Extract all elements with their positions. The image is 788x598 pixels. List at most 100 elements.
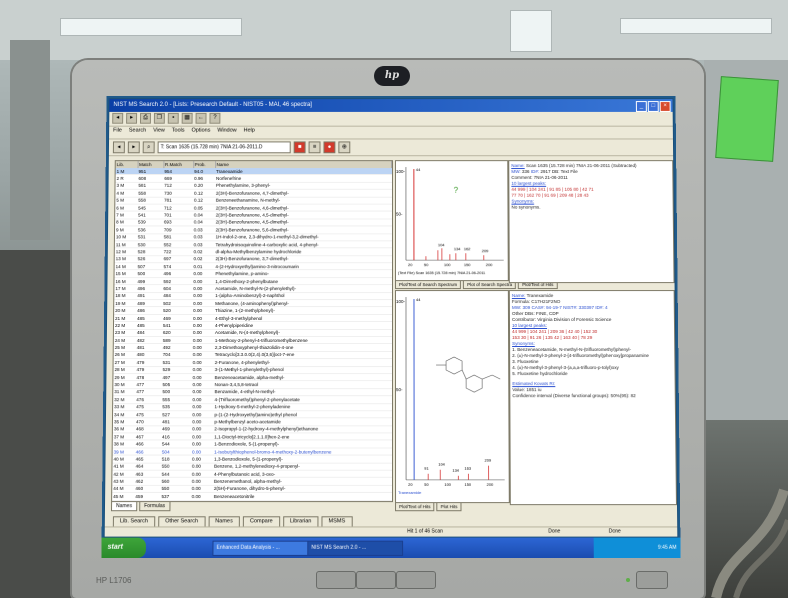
filter-icon[interactable]: ≡	[308, 141, 321, 154]
hit-cell-r: 604	[162, 284, 193, 293]
task-enhanced-data-analysis[interactable]: Enhanced Data Analysis - ...	[212, 540, 309, 556]
hit-cell-m: 482	[135, 336, 162, 344]
tab-plot-hits-lower[interactable]: Plot Hits	[436, 502, 462, 512]
table-row[interactable]: 14 M 507 574 0.01 4-(2-Hydroxyethyl)amino-3-…	[114, 262, 392, 271]
forward-icon[interactable]: ▸	[126, 112, 138, 124]
table-row[interactable]: 34 M 475 527 0.00 p-(1-(2-Hydroxyethyl)amino…	[112, 410, 392, 419]
prev-spectrum-icon[interactable]: ◂	[112, 141, 125, 154]
table-row[interactable]: 4 M 558 730 0.12 2(3H)-Benzofuranone, 4,7-di…	[115, 189, 392, 197]
hit-cell-p: 0.02	[192, 248, 215, 256]
table-row[interactable]: 5 M 558 781 0.12 Benzeneethanamine, N-methyl…	[115, 196, 392, 205]
hit-cell-p: 0.00	[192, 299, 215, 307]
zoom-icon[interactable]: ⊕	[338, 141, 351, 154]
table-row[interactable]: 39 M 466 504 0.00 1-Isobutylthiophenol-bromo…	[112, 447, 392, 456]
table-row[interactable]: 35 M 470 481 0.00 p-Methylbenzyl aceto-aceta…	[112, 418, 392, 426]
table-row[interactable]: 24 M 482 589 0.00 1-Methoxy-2-phenyl-4-trifl…	[113, 336, 392, 344]
table-row[interactable]: 19 M 489 502 0.00 Methanone, (4-aminophenyl)…	[114, 299, 392, 307]
table-row[interactable]: 20 M 486 520 0.00 Thiazine, 1-(2-methylpheny…	[114, 306, 392, 315]
menu-options[interactable]: Options	[191, 128, 210, 138]
table-row[interactable]: 2 R 608 669 0.96 Norfenefrine	[115, 174, 392, 183]
table-row[interactable]: 33 M 475 535 0.00 1-Hydroxy-5-methyl-2-pheny…	[113, 403, 392, 411]
table-row[interactable]: 38 M 466 544 0.00 1-Benzodioxole, 5-(1-prope…	[112, 440, 392, 448]
table-row[interactable]: 15 M 500 496 0.00 Phenethylamine, p-amino-	[114, 270, 392, 278]
monitor-button[interactable]	[396, 571, 436, 589]
col-lib[interactable]: Lib.	[115, 161, 138, 169]
table-row[interactable]: 23 M 484 620 0.00 Acetamide, N-(4-methylphen…	[113, 329, 392, 337]
table-row[interactable]: 17 M 496 604 0.00 Acetamide, N-methyl-N-(2-p…	[114, 284, 392, 293]
close-icon[interactable]: ×	[659, 101, 671, 112]
table-row[interactable]: 37 M 467 416 0.00 1,1-Dioctyl-tricyclo[2.1.1…	[112, 432, 392, 441]
table-row[interactable]: 42 M 463 544 0.00 4-Phenylbutanoic acid, 3-o…	[112, 470, 392, 478]
spectrum-select[interactable]: T: Scan 1635 (15.728 min) 7NIA 21-06-201…	[157, 141, 291, 154]
col-name[interactable]: Name	[215, 161, 392, 169]
table-row[interactable]: 27 M 479 531 0.00 2-Furanone, 4-phenylethyl-	[113, 358, 392, 367]
stop-icon[interactable]: ■	[293, 141, 306, 154]
table-row[interactable]: 12 M 528 722 0.02 dl-alpha-Methylbenzylamine…	[114, 248, 392, 256]
table-row[interactable]: 21 M 485 469 0.00 4-Ethyl-3-methylphenol	[114, 314, 392, 322]
hit-cell-n: 32 M	[113, 395, 136, 404]
table-row[interactable]: 26 M 480 704 0.00 Tetracyclo[3.3.0.0(2,4).0(…	[113, 351, 392, 359]
back-icon[interactable]: ◂	[112, 112, 124, 124]
table-row[interactable]: 22 M 485 541 0.00 4-Phenylpiperidine	[113, 321, 392, 330]
next-spectrum-icon[interactable]: ▸	[127, 141, 140, 154]
table-row[interactable]: 10 M 531 581 0.03 1H-Indol-2-one, 2,3-dihydr…	[114, 233, 392, 241]
table-row[interactable]: 44 M 460 550 0.00 2(5H)-Furanone, dihydro-5-…	[112, 485, 392, 493]
search-icon[interactable]: ⌕	[142, 141, 155, 154]
menu-file[interactable]: File	[113, 128, 122, 138]
arrow-left-icon[interactable]: ←	[195, 112, 207, 124]
table-row[interactable]: 31 M 477 500 0.00 Benzamide, 4-ethyl-N-methy…	[113, 388, 392, 396]
help-icon[interactable]: ?	[209, 112, 221, 124]
table-row[interactable]: 3 M 581 712 0.20 Phenethylamine, 3-phenyl-	[115, 182, 392, 190]
hit-cell-name: Tetracyclo[3.3.0.0(2,4).0(3,6)]oct-7-ene	[213, 351, 392, 359]
table-row[interactable]: 6 M 545 712 0.05 2(3H)-Benzofuranone, 4,6-di…	[115, 204, 392, 212]
print-icon[interactable]: ⎙	[139, 112, 151, 124]
tab-formulas[interactable]: Formulas	[139, 501, 171, 512]
monitor-button[interactable]	[356, 571, 396, 589]
menu-help[interactable]: Help	[244, 128, 255, 138]
tab-names[interactable]: Names	[110, 501, 138, 512]
minimize-icon[interactable]: _	[635, 101, 647, 112]
hit-cell-r: 560	[160, 477, 191, 486]
copy-icon[interactable]: ❐	[153, 112, 165, 124]
start-button[interactable]: start	[101, 537, 146, 558]
col-prob[interactable]: Prob.	[193, 161, 216, 169]
table-row[interactable]: 13 M 526 697 0.02 2(3H)-Benzofuranone, 3,7-d…	[114, 255, 392, 263]
col-match[interactable]: Match	[137, 161, 164, 169]
save-icon[interactable]: ▪	[167, 112, 179, 124]
table-row[interactable]: 8 M 539 693 0.04 2(3H)-Benzofuranone, 4,5-di…	[115, 218, 392, 227]
table-row[interactable]: 28 M 479 529 0.00 3-(1-Methyl-1-phenylethyl)…	[113, 366, 392, 374]
table-row[interactable]: 45 M 459 537 0.00 Benzeneacetonitrile	[112, 492, 392, 501]
col-rmatch[interactable]: R.Match	[163, 161, 194, 169]
table-row[interactable]: 25 M 481 492 0.00 2,3-Dimethoxyphenyl-thiazo…	[113, 343, 392, 352]
power-button[interactable]	[636, 571, 668, 589]
table-row[interactable]: 29 M 478 497 0.00 Benzeneacetamide, alpha-me…	[113, 373, 392, 381]
task-nist-ms-search[interactable]: NIST MS Search 2.0 - ...	[307, 540, 404, 556]
hit-cell-n: 31 M	[113, 388, 136, 396]
tab-plot-search-spectrum[interactable]: Plot/Text of Search Spectrum	[394, 280, 462, 290]
table-row[interactable]: 30 M 477 505 0.00 Nonan-3,4,5,8-tetraol	[113, 380, 392, 389]
mark-icon[interactable]: ●	[323, 141, 336, 154]
table-row[interactable]: 36 M 468 469 0.00 2-Isopropyl-1-(2-hydroxy-4…	[112, 425, 392, 433]
table-row[interactable]: 9 M 536 709 0.03 2(3H)-Benzofuranone, 5,6-di…	[114, 226, 392, 234]
x-tick: 200	[486, 262, 493, 267]
table-row[interactable]: 32 M 476 555 0.00 4-(Trifluoromethyl)phenyl-…	[113, 395, 392, 404]
tab-plot-text-hits[interactable]: Plot/Text of Hits	[395, 502, 435, 512]
menu-view[interactable]: View	[153, 128, 165, 138]
hit-cell-name: Benzeneethanamine, N-methyl-	[214, 196, 392, 205]
table-row[interactable]: 43 M 462 560 0.00 Benzenemethanol, alpha-met…	[112, 477, 392, 486]
menu-search[interactable]: Search	[129, 128, 146, 138]
table-row[interactable]: 41 M 464 550 0.00 Benzene, 1,2-methylenediox…	[112, 462, 392, 471]
table-row[interactable]: 1 M 951 954 94.0 Tranexamide	[115, 168, 392, 175]
table-row[interactable]: 11 M 530 552 0.03 Tetrahydroisoquinoline-4-c…	[114, 240, 392, 249]
table-row[interactable]: 16 M 499 592 0.00 1,4-Dimethoxy-2-phenylbuta…	[114, 277, 392, 285]
maximize-icon[interactable]: □	[647, 101, 659, 112]
menu-tools[interactable]: Tools	[172, 128, 185, 138]
table-row[interactable]: 40 M 465 518 0.00 1,3-Benzodioxole, 5-(1-pro…	[112, 455, 392, 463]
monitor-button[interactable]	[316, 571, 356, 589]
peak-label: 134	[454, 246, 461, 251]
table-row[interactable]: 7 M 541 701 0.04 2(3H)-Benzofuranone, 4,5-di…	[115, 211, 392, 219]
menu-window[interactable]: Window	[217, 128, 236, 138]
hit-cell-m: 486	[136, 306, 163, 315]
table-row[interactable]: 18 M 491 484 0.00 1-(alpha-Aminobenzyl)-2-na…	[114, 292, 392, 300]
grid-icon[interactable]: ▦	[181, 112, 193, 124]
